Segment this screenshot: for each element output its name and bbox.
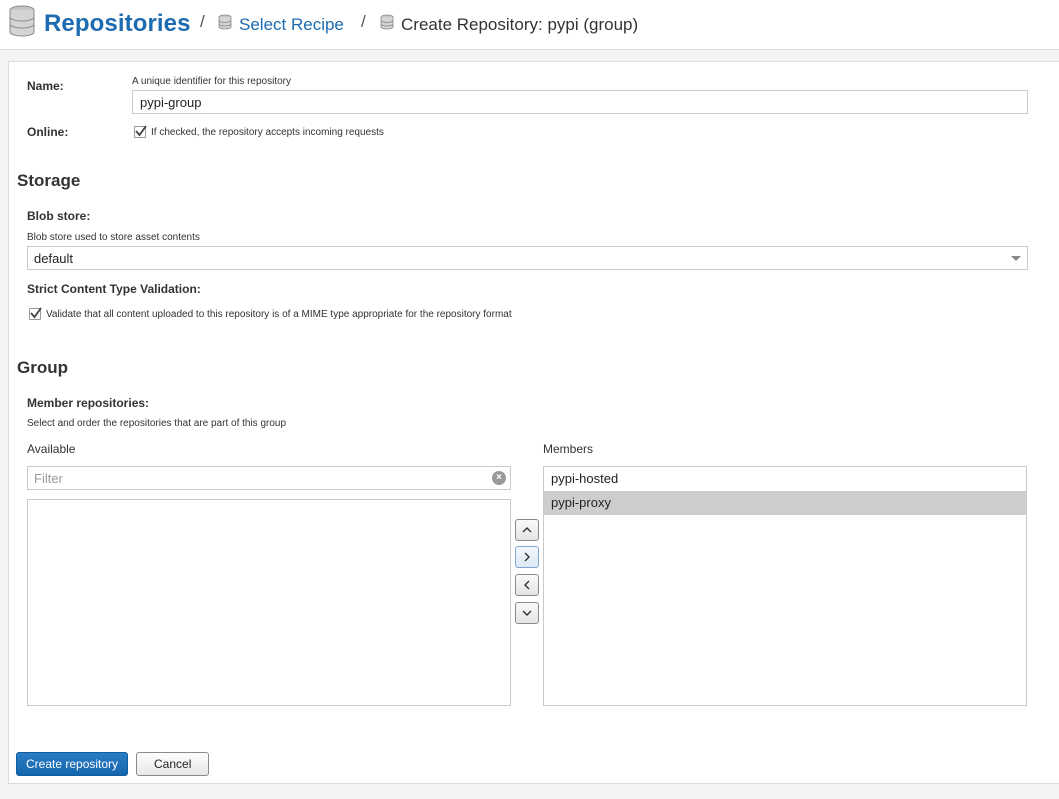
- list-item[interactable]: pypi-proxy: [544, 491, 1026, 515]
- chevron-down-icon: [522, 610, 532, 616]
- breadcrumb-separator: /: [200, 12, 205, 31]
- create-repository-button[interactable]: Create repository: [16, 752, 129, 776]
- available-list[interactable]: [27, 499, 511, 706]
- group-heading: Group: [17, 358, 68, 377]
- move-down-button[interactable]: [515, 602, 539, 624]
- available-filter-input[interactable]: Filter ×: [27, 466, 511, 490]
- chevron-left-icon: [524, 580, 530, 590]
- chevron-up-icon: [522, 527, 532, 533]
- online-label: Online:: [27, 125, 69, 139]
- form-panel: Name: A unique identifier for this repos…: [8, 61, 1059, 784]
- strict-validation-help: Validate that all content uploaded to th…: [46, 309, 512, 320]
- database-icon: [380, 14, 394, 35]
- members-list[interactable]: pypi-hosted pypi-proxy: [543, 466, 1027, 706]
- breadcrumb-link-label[interactable]: Select Recipe: [239, 15, 344, 35]
- breadcrumb-separator: /: [361, 12, 366, 31]
- blob-store-value: default: [34, 251, 74, 266]
- add-member-button[interactable]: [515, 546, 539, 568]
- database-icon: [218, 14, 232, 35]
- blob-store-select[interactable]: default: [27, 246, 1028, 270]
- page-header: Repositories / Select Recipe / Create Re…: [0, 0, 1059, 50]
- blob-store-label: Blob store:: [27, 209, 91, 223]
- dropdown-arrow-icon[interactable]: [1011, 256, 1021, 261]
- strict-validation-label: Strict Content Type Validation:: [27, 282, 201, 296]
- members-label: Members: [543, 442, 594, 456]
- checkmark-icon: [30, 307, 42, 319]
- page-title[interactable]: Repositories: [44, 10, 191, 38]
- online-help: If checked, the repository accepts incom…: [151, 127, 384, 138]
- blob-store-help: Blob store used to store asset contents: [27, 232, 200, 243]
- breadcrumb-current-label: Create Repository: pypi (group): [401, 14, 639, 34]
- clear-filter-icon[interactable]: ×: [492, 471, 506, 485]
- list-item[interactable]: pypi-hosted: [544, 467, 1026, 491]
- storage-heading: Storage: [17, 171, 81, 190]
- cancel-button[interactable]: Cancel: [136, 752, 210, 776]
- breadcrumb-current: Create Repository: pypi (group): [380, 14, 638, 35]
- name-input[interactable]: [132, 90, 1028, 114]
- name-label: Name:: [27, 79, 64, 93]
- checkmark-icon: [135, 125, 147, 137]
- database-icon: [8, 5, 36, 42]
- member-repositories-help: Select and order the repositories that a…: [27, 418, 287, 429]
- move-up-button[interactable]: [515, 519, 539, 541]
- chevron-right-icon: [524, 552, 530, 562]
- name-help: A unique identifier for this repository: [132, 76, 291, 87]
- member-repositories-label: Member repositories:: [27, 396, 150, 410]
- remove-member-button[interactable]: [515, 574, 539, 596]
- online-checkbox[interactable]: [134, 125, 147, 138]
- available-label: Available: [27, 442, 76, 456]
- strict-validation-checkbox[interactable]: [29, 307, 42, 320]
- filter-placeholder: Filter: [34, 471, 63, 486]
- breadcrumb-select-recipe[interactable]: Select Recipe: [218, 14, 344, 35]
- breadcrumb-root: Repositories: [8, 5, 191, 42]
